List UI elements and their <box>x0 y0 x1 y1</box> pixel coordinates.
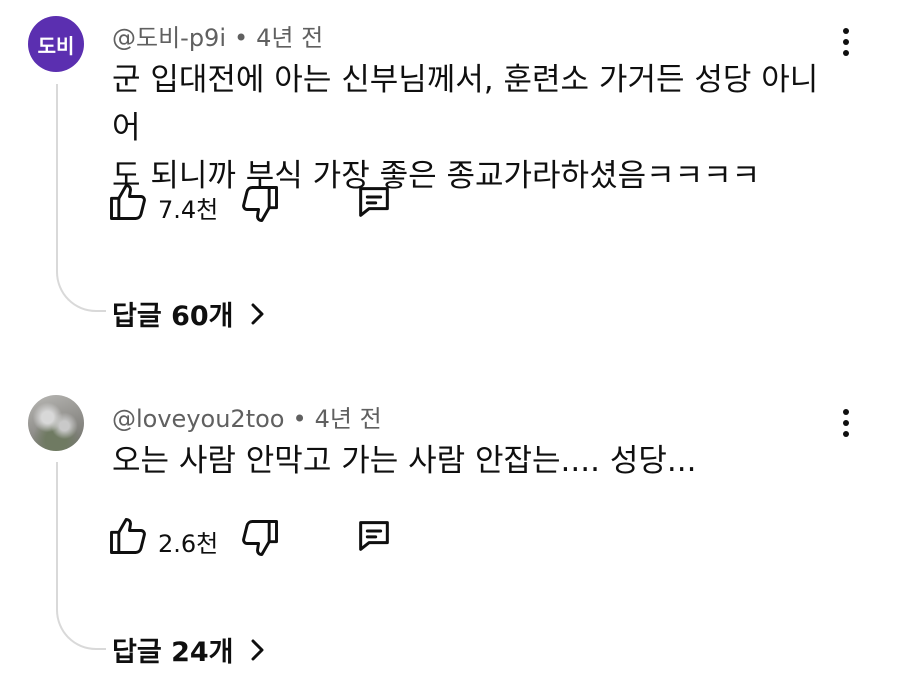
thumbs-up-icon[interactable] <box>106 514 150 558</box>
replies-toggle[interactable]: 답글 24개 <box>112 630 266 669</box>
comment-actions: 2.6천 <box>106 514 426 564</box>
comment-text: 오는 사람 안막고 가는 사람 안잡는.... 성당... <box>112 437 842 485</box>
comment-icon[interactable] <box>354 516 394 556</box>
thread-connector <box>56 462 106 650</box>
comment-line: 오는 사람 안막고 가는 사람 안잡는.... 성당... <box>112 443 697 479</box>
comment-meta: @loveyou2too • 4년 전 <box>112 399 382 434</box>
meta-separator: • <box>292 405 307 433</box>
like-count: 2.6천 <box>158 530 219 558</box>
comment-item: @loveyou2too • 4년 전 오는 사람 안막고 가는 사람 안잡는...… <box>0 0 900 697</box>
chevron-right-icon <box>251 639 263 660</box>
avatar[interactable] <box>28 395 84 451</box>
author-handle[interactable]: @loveyou2too <box>112 405 284 433</box>
replies-label: 답글 24개 <box>112 637 234 668</box>
thumbs-down-icon[interactable] <box>238 516 282 560</box>
comment-time[interactable]: 4년 전 <box>315 405 382 433</box>
